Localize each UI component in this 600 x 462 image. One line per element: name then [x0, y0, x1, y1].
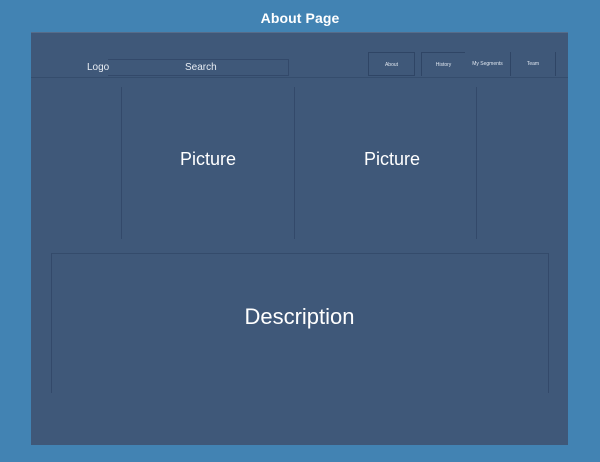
header-divider [31, 77, 568, 78]
nav-segments-button[interactable]: My Segments [465, 52, 510, 76]
picture-left: Picture [179, 149, 237, 169]
search-input-label: Search [185, 62, 217, 73]
picture-left-border [121, 87, 122, 239]
description-label: Description [244, 304, 355, 329]
nav-about-button[interactable]: About [368, 52, 415, 76]
wireframe-canvas: Logo Search About History My Segments Te… [31, 32, 568, 445]
nav-team-button[interactable]: Team [510, 52, 556, 76]
picture-right: Picture [363, 149, 421, 169]
picture-divider [294, 87, 295, 239]
logo[interactable]: Logo [87, 62, 109, 73]
canvas-top-divider [31, 32, 568, 33]
page-title: About Page [260, 10, 340, 26]
nav-history-button[interactable]: History [421, 52, 465, 76]
